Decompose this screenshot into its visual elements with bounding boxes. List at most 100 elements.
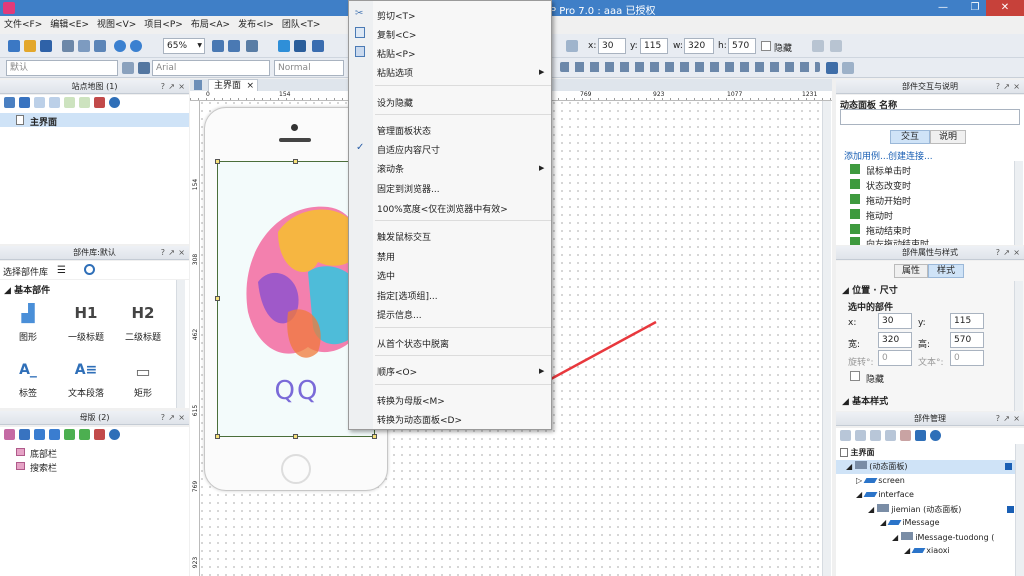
pin-icon[interactable]: ↗ (168, 246, 175, 260)
unlock-icon[interactable] (842, 62, 854, 74)
prop-rotation-field[interactable]: 0 (878, 350, 912, 366)
add-case-link[interactable]: 添加用例... (844, 149, 889, 162)
search-icon[interactable] (930, 430, 941, 441)
menu-item-pin-browser[interactable]: 固定到浏览器... (377, 182, 440, 195)
add-master-icon[interactable] (4, 429, 15, 440)
pin-icon[interactable]: ↗ (1003, 412, 1010, 426)
cut-icon[interactable] (62, 40, 74, 52)
menu-item-trigger-mouse[interactable]: 触发鼠标交互 (377, 230, 431, 243)
outdent-icon[interactable] (79, 429, 90, 440)
events-scrollbar[interactable] (1014, 161, 1023, 245)
prop-h-field[interactable]: 570 (950, 332, 984, 348)
phone-home-button[interactable] (281, 454, 311, 484)
pin-icon[interactable]: ↗ (168, 411, 175, 425)
tab-style[interactable]: 样式 (928, 264, 964, 278)
resize-handle[interactable] (293, 434, 298, 439)
resize-handle[interactable] (215, 296, 220, 301)
close-panel-icon[interactable]: × (1013, 412, 1020, 426)
align-icon[interactable] (566, 40, 578, 52)
outline-node[interactable]: ◢ iMessage-tuodong ( (892, 532, 1018, 542)
menu-team[interactable]: 团队<T> (278, 16, 325, 32)
help-icon[interactable]: ? (161, 80, 165, 94)
close-panel-icon[interactable]: × (178, 246, 185, 260)
hidden-checkbox[interactable] (761, 41, 771, 51)
help-icon[interactable]: ? (996, 412, 1000, 426)
add-folder-icon[interactable] (19, 429, 30, 440)
outline-node[interactable]: ◢ interface (856, 490, 914, 499)
lock-toolbar-icon[interactable] (812, 40, 824, 52)
lock-icon[interactable] (826, 62, 838, 74)
move-up-icon[interactable] (34, 97, 45, 108)
prop-y-field[interactable]: 115 (950, 313, 984, 329)
menu-item-cut[interactable]: 剪切<T> (377, 9, 416, 22)
outline-node[interactable]: ◢ xiaoxi (904, 546, 950, 555)
w-field[interactable]: 320 (684, 38, 714, 54)
resize-handle[interactable] (215, 159, 220, 164)
new-icon[interactable] (8, 40, 20, 52)
widget-label-item[interactable]: A_ 标签 (10, 362, 46, 404)
properties-scrollbar[interactable] (1014, 281, 1023, 411)
delete-icon[interactable] (94, 429, 105, 440)
menu-file[interactable]: 文件<F> (0, 16, 46, 32)
help-icon[interactable]: ? (161, 246, 165, 260)
menu-project[interactable]: 项目<P> (140, 16, 187, 32)
library-selector[interactable]: 选择部件库 (3, 265, 48, 278)
share-icon[interactable] (294, 40, 306, 52)
widget-h2[interactable]: H2 二级标题 (120, 304, 166, 350)
font-family-select[interactable]: Arial (152, 60, 270, 76)
move-up-icon[interactable] (34, 429, 45, 440)
tab-properties[interactable]: 属性 (894, 264, 928, 278)
master-item[interactable]: 搜索栏 (16, 461, 176, 474)
tab-interaction[interactable]: 交互 (890, 130, 930, 144)
help-icon[interactable]: ? (996, 80, 1000, 94)
publish-icon[interactable] (312, 40, 324, 52)
add-state-icon[interactable] (840, 430, 851, 441)
y-field[interactable]: 115 (640, 38, 668, 54)
close-panel-icon[interactable]: × (1013, 80, 1020, 94)
section-position-size[interactable]: ◢ 位置 · 尺寸 (842, 283, 898, 296)
menu-publish[interactable]: 发布<I> (234, 16, 278, 32)
menu-view[interactable]: 视图<V> (93, 16, 140, 32)
style-select[interactable]: 默认 (6, 60, 118, 76)
resize-handle[interactable] (293, 159, 298, 164)
indent-icon[interactable] (64, 429, 75, 440)
event-item[interactable]: 拖动结束时 (850, 224, 1010, 237)
move-down-icon[interactable] (885, 430, 896, 441)
tab-notes[interactable]: 说明 (930, 130, 966, 144)
format-painter-icon[interactable] (138, 62, 150, 74)
event-item[interactable]: 拖动开始时 (850, 194, 1010, 207)
outline-scrollbar[interactable] (1015, 444, 1024, 576)
menu-item-copy[interactable]: 复制<C> (377, 28, 416, 41)
filter-icon[interactable] (915, 430, 926, 441)
visibility-icon[interactable] (1005, 463, 1012, 470)
redo-icon[interactable] (130, 40, 142, 52)
event-item[interactable]: 拖动时 (850, 209, 1010, 222)
paste-icon[interactable] (94, 40, 106, 52)
close-panel-icon[interactable]: × (178, 411, 185, 425)
menu-layout[interactable]: 布局<A> (187, 16, 234, 32)
resize-handle[interactable] (372, 434, 377, 439)
menu-item-fit-content[interactable]: 自适应内容尺寸 (377, 143, 440, 156)
close-panel-icon[interactable]: × (1013, 246, 1020, 260)
add-folder-icon[interactable] (19, 97, 30, 108)
outline-node[interactable]: ◢ iMessage (880, 518, 940, 527)
create-link-link[interactable]: 创建连接... (888, 149, 933, 162)
widget-rectangle[interactable]: ▭ 矩形 (120, 362, 166, 404)
undo-icon[interactable] (114, 40, 126, 52)
menu-item-option-group[interactable]: 指定[选项组]... (377, 289, 438, 302)
widget-name-input[interactable] (840, 109, 1020, 125)
menu-icon[interactable]: ☰ (57, 265, 66, 276)
menu-item-manage-states[interactable]: 管理面板状态 (377, 124, 431, 137)
intersect-mode-icon[interactable] (228, 40, 240, 52)
menu-item-set-hidden[interactable]: 设为隐藏 (377, 96, 413, 109)
help-icon[interactable]: ? (996, 246, 1000, 260)
menu-item-tooltip[interactable]: 提示信息... (377, 308, 422, 321)
move-up-icon[interactable] (870, 430, 881, 441)
menu-edit[interactable]: 编辑<E> (46, 16, 93, 32)
menu-item-break-away[interactable]: 从首个状态中脱离 (377, 337, 449, 350)
section-basic-style[interactable]: ◢ 基本样式 (842, 394, 888, 407)
open-icon[interactable] (24, 40, 36, 52)
close-panel-icon[interactable]: × (178, 80, 185, 94)
align-distribute-icons[interactable] (560, 62, 820, 72)
outline-node[interactable]: ◢ jiemian (动态面板) (868, 504, 1018, 515)
